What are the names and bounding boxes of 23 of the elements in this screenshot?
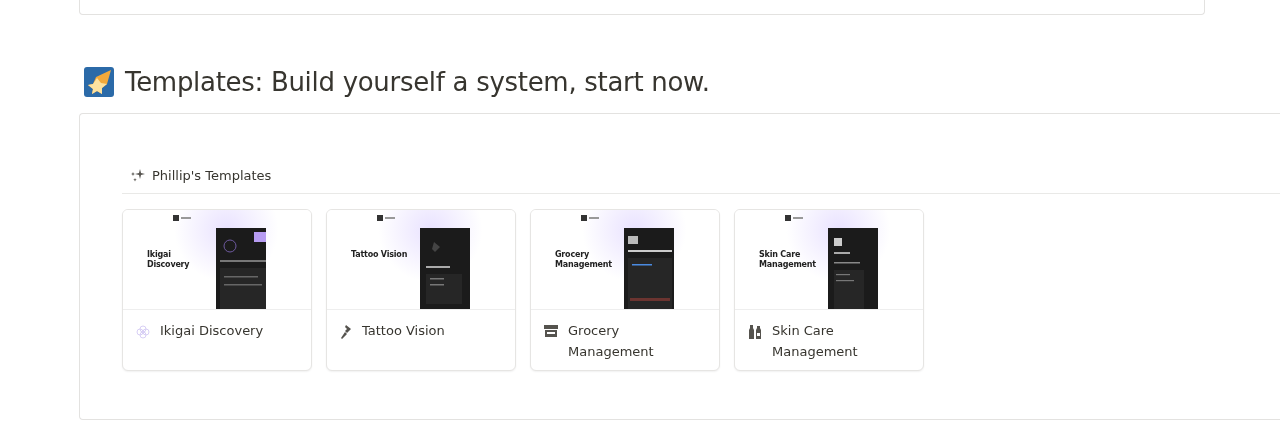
gallery-title: Phillip's Templates — [152, 167, 272, 183]
bottles-icon — [747, 324, 763, 340]
preview-title: Skin Care Management — [759, 250, 817, 270]
tattoo-machine-icon — [339, 324, 353, 340]
template-card[interactable]: Ikigai Discovery Ikigai Discovery — [122, 209, 312, 371]
logo-icon — [581, 215, 599, 221]
template-card[interactable]: Skin Care Management Skin Care Management — [734, 209, 924, 371]
store-icon — [543, 324, 559, 338]
preview-title: Tattoo Vision — [351, 250, 409, 260]
preview-title: Ikigai Discovery — [147, 250, 191, 270]
card-title: Ikigai Discovery — [160, 322, 264, 340]
logo-icon — [785, 215, 803, 221]
template-card[interactable]: Tattoo Vision Tattoo Vision — [326, 209, 516, 371]
logo-icon — [173, 215, 191, 221]
preview-title: Grocery Management — [555, 250, 613, 270]
card-title: Tattoo Vision — [362, 322, 445, 340]
template-card[interactable]: Grocery Management Grocery Management — [530, 209, 720, 371]
flower-icon — [135, 324, 151, 340]
sparkles-icon — [130, 168, 146, 182]
section-heading: Templates: Build yourself a system, start now. — [125, 67, 710, 97]
card-title: Skin Care Management — [772, 322, 859, 361]
logo-icon — [377, 215, 395, 221]
card-title: Grocery Management — [568, 322, 655, 361]
